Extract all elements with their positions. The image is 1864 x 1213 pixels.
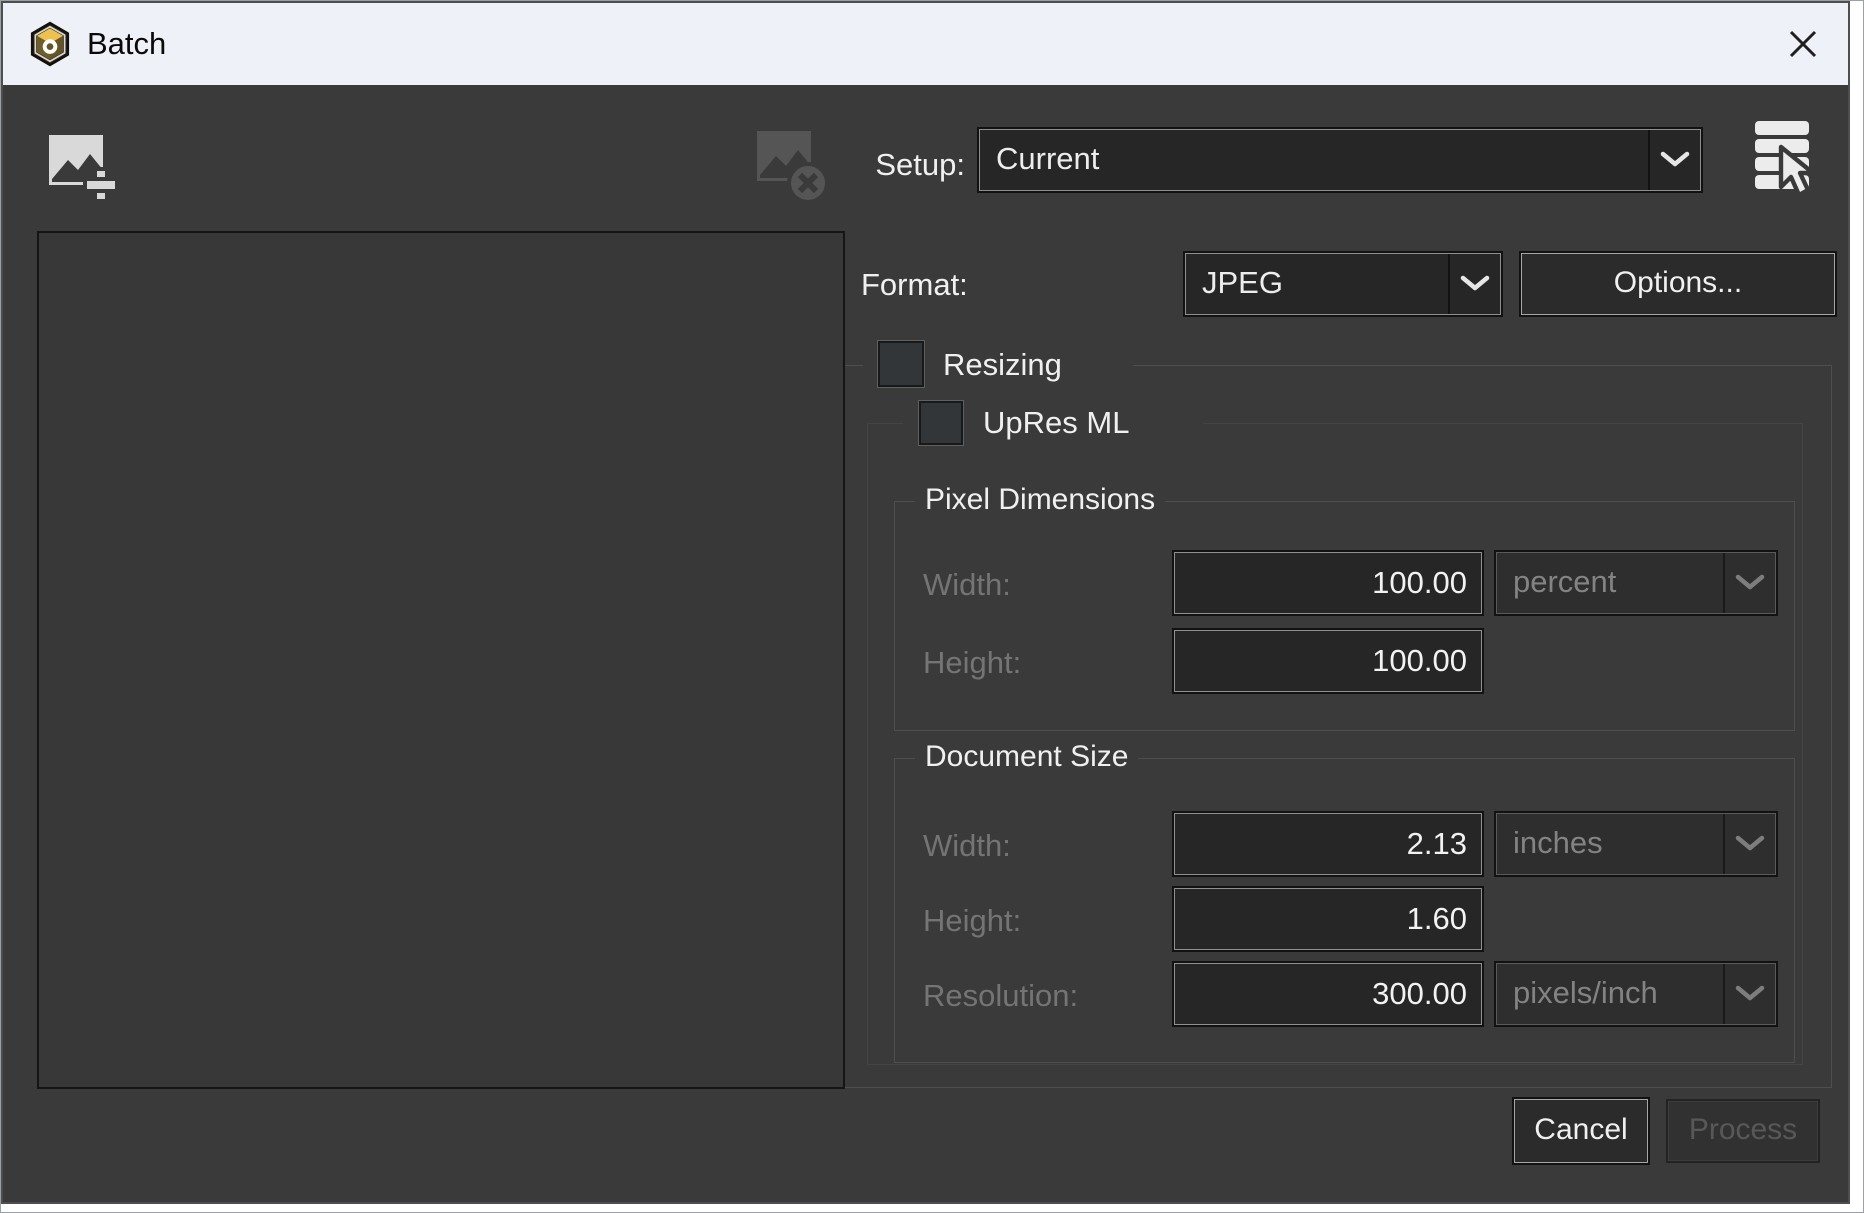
ds-width-unit-value: inches — [1497, 814, 1723, 874]
resizing-label: Resizing — [943, 347, 1062, 383]
close-icon — [1786, 27, 1820, 61]
upres-ml-label: UpRes ML — [983, 405, 1129, 441]
upres-ml-checkbox[interactable] — [919, 401, 963, 445]
ds-width-unit-arrow — [1723, 814, 1775, 874]
list-apply-icon — [1751, 115, 1819, 201]
process-button[interactable]: Process — [1668, 1101, 1818, 1161]
app-logo-icon — [29, 21, 71, 67]
pixel-dimensions-title: Pixel Dimensions — [915, 483, 1165, 517]
pixel-dimensions-groupbox — [894, 501, 1795, 731]
options-button[interactable]: Options... — [1521, 253, 1835, 315]
ds-height-input[interactable] — [1175, 889, 1481, 949]
ds-width-field — [1174, 813, 1482, 875]
setup-value: Current — [980, 130, 1648, 190]
ds-height-label: Height: — [923, 903, 1021, 939]
pd-width-input[interactable] — [1175, 553, 1481, 613]
ds-resolution-unit-value: pixels/inch — [1497, 964, 1723, 1024]
apply-setup-to-list-button[interactable] — [1751, 115, 1819, 201]
ds-resolution-field — [1174, 963, 1482, 1025]
setup-combobox[interactable]: Current — [979, 129, 1701, 191]
ds-resolution-input[interactable] — [1175, 964, 1481, 1024]
file-list-panel[interactable] — [37, 231, 845, 1089]
remove-images-button[interactable] — [754, 123, 832, 207]
ds-width-label: Width: — [923, 828, 1011, 864]
cancel-button[interactable]: Cancel — [1514, 1099, 1648, 1163]
pd-width-unit-arrow — [1723, 553, 1775, 613]
setup-label: Setup: — [833, 147, 965, 183]
format-value: JPEG — [1186, 254, 1448, 314]
format-dropdown-arrow — [1448, 254, 1500, 314]
pd-width-unit-combobox[interactable]: percent — [1496, 552, 1776, 614]
chevron-down-icon — [1459, 274, 1491, 294]
window-title: Batch — [87, 26, 166, 62]
dialog-body: Setup: Current Format: — [3, 85, 1848, 1202]
chevron-down-icon — [1734, 984, 1766, 1004]
setup-dropdown-arrow — [1648, 130, 1700, 190]
remove-image-icon — [754, 123, 832, 207]
pd-height-label: Height: — [923, 645, 1021, 681]
add-images-button[interactable] — [46, 127, 120, 205]
ds-height-field — [1174, 888, 1482, 950]
pd-width-label: Width: — [923, 567, 1011, 603]
chevron-down-icon — [1734, 573, 1766, 593]
resizing-checkbox[interactable] — [878, 341, 924, 387]
pd-height-input[interactable] — [1175, 631, 1481, 691]
add-image-icon — [46, 127, 120, 205]
chevron-down-icon — [1659, 150, 1691, 170]
batch-window: Batch — [1, 1, 1850, 1204]
chevron-down-icon — [1734, 834, 1766, 854]
ds-width-input[interactable] — [1175, 814, 1481, 874]
pd-width-unit-value: percent — [1497, 553, 1723, 613]
format-label: Format: — [861, 267, 968, 303]
ds-resolution-unit-arrow — [1723, 964, 1775, 1024]
format-combobox[interactable]: JPEG — [1185, 253, 1501, 315]
ds-resolution-unit-combobox[interactable]: pixels/inch — [1496, 963, 1776, 1025]
pd-height-field — [1174, 630, 1482, 692]
ds-resolution-label: Resolution: — [923, 978, 1078, 1014]
document-size-title: Document Size — [915, 740, 1138, 774]
ds-width-unit-combobox[interactable]: inches — [1496, 813, 1776, 875]
pd-width-field — [1174, 552, 1482, 614]
close-button[interactable] — [1784, 25, 1822, 63]
titlebar: Batch — [3, 3, 1848, 85]
